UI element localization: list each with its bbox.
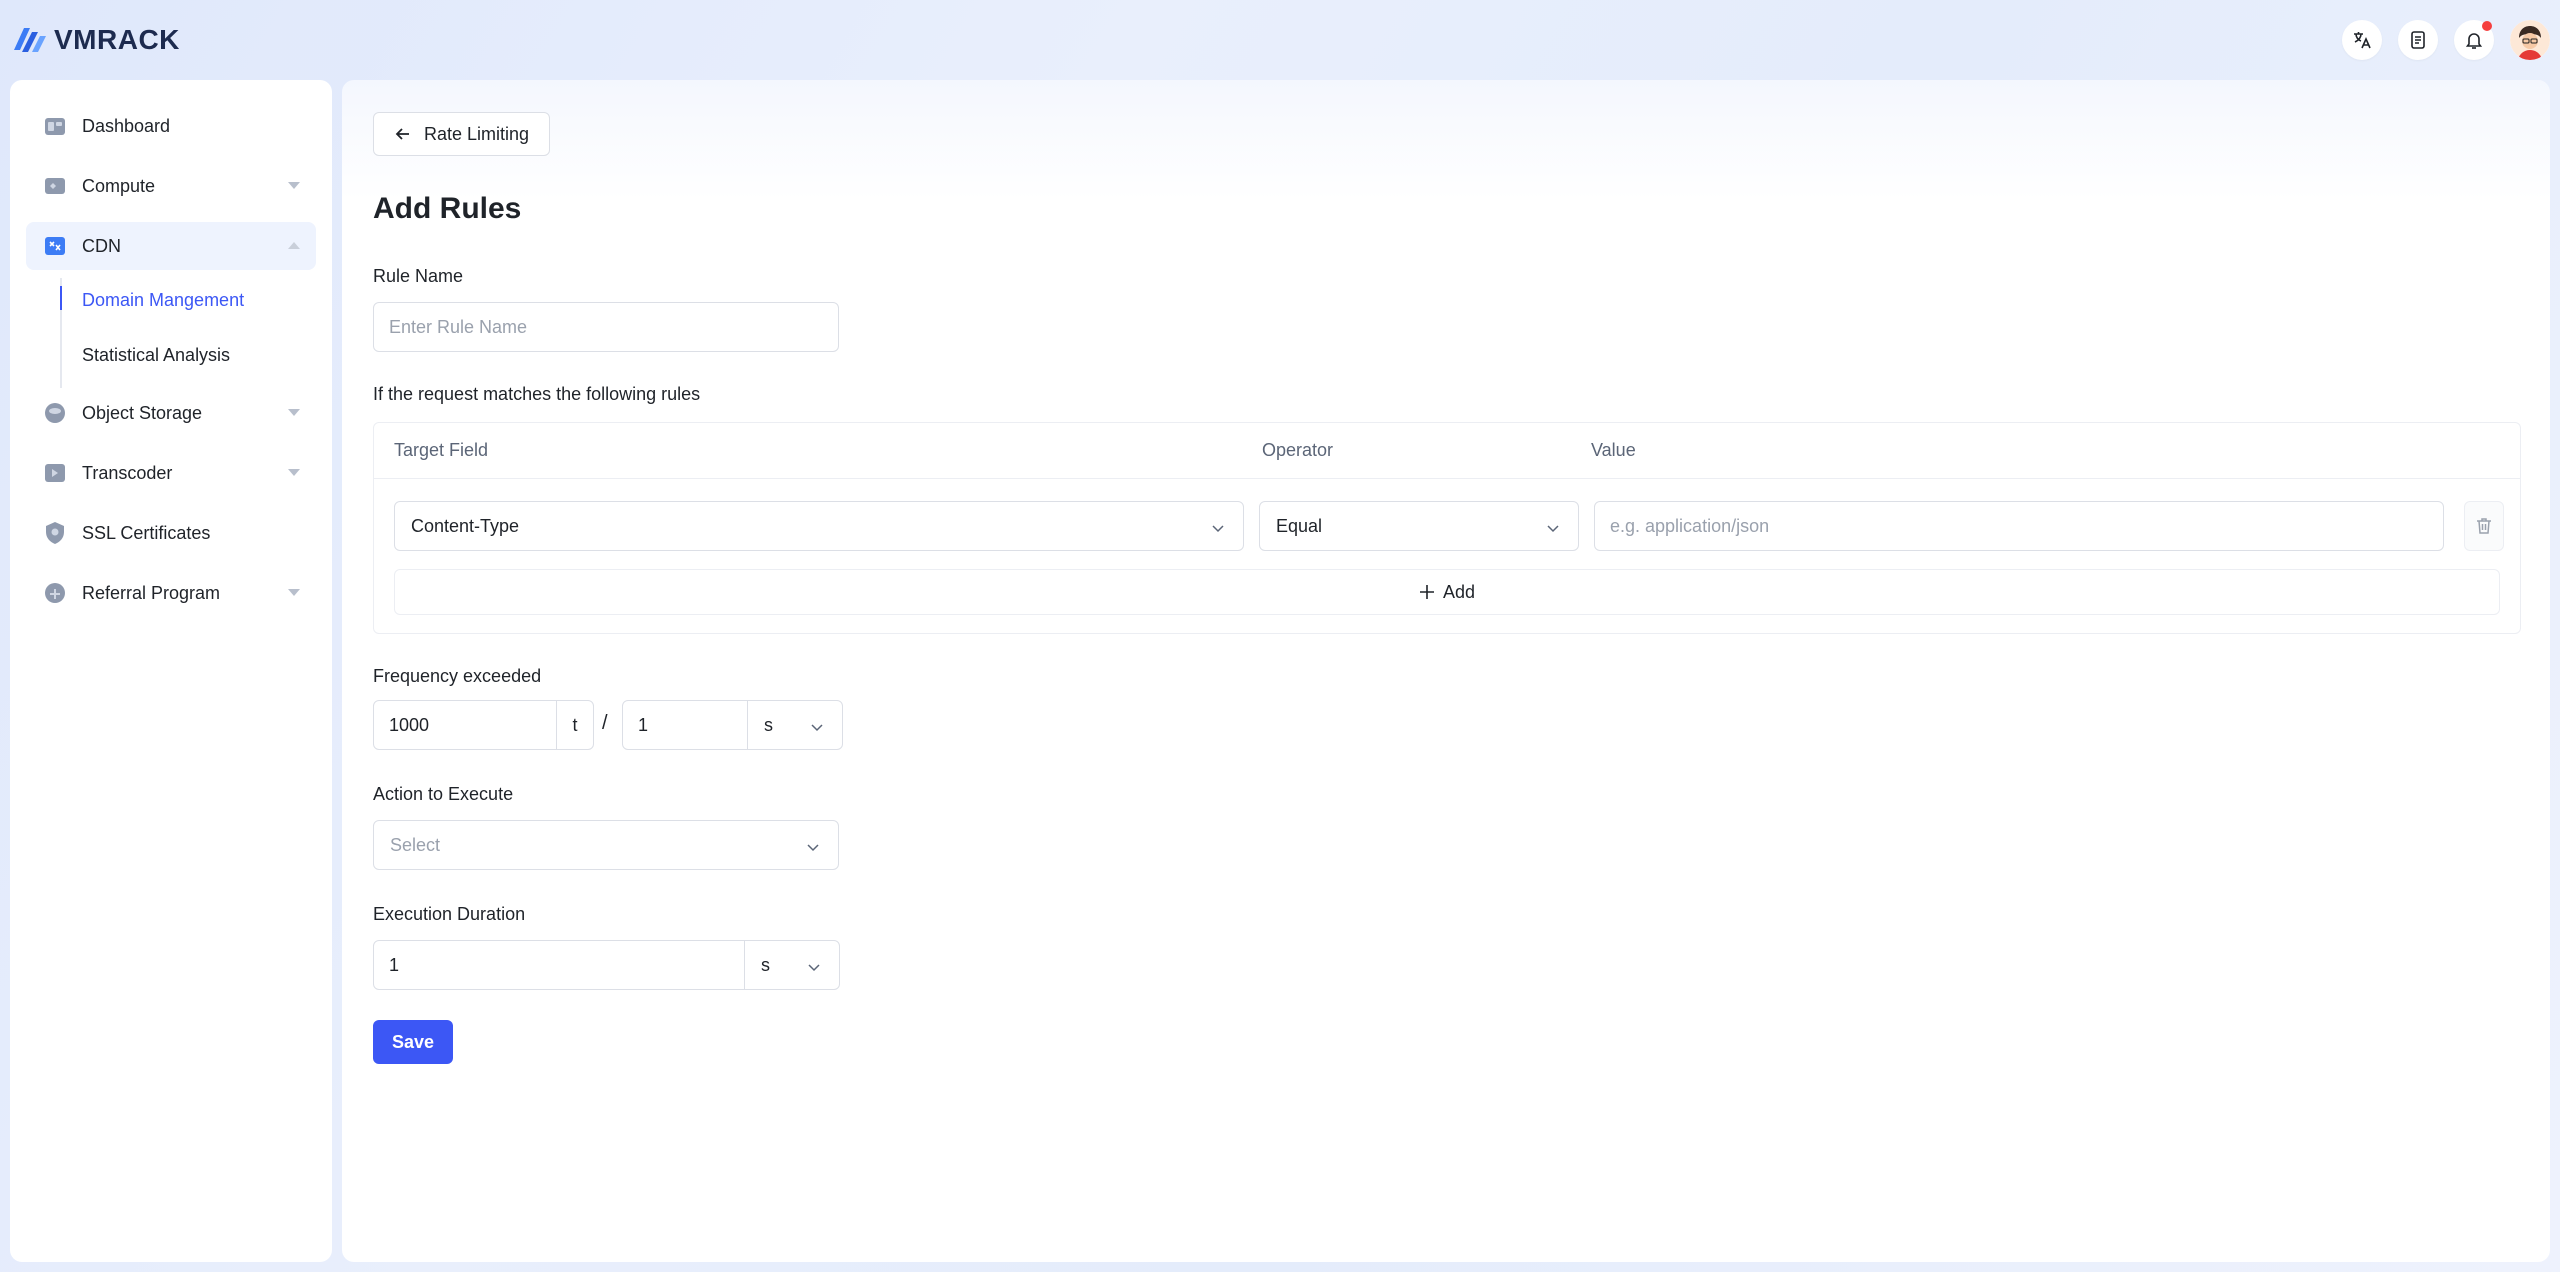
trash-icon xyxy=(2477,518,2491,534)
match-rules-label: If the request matches the following rul… xyxy=(373,384,701,404)
chevron-down-icon xyxy=(1547,525,1559,533)
sidebar-item-label: SSL Certificates xyxy=(82,522,211,543)
compute-icon xyxy=(45,178,65,194)
sidebar-item-label: Dashboard xyxy=(82,115,171,136)
sidebar-item-label: Object Storage xyxy=(82,402,203,423)
duration-label: Execution Duration xyxy=(373,904,526,924)
duration-unit-select[interactable]: s xyxy=(744,940,840,990)
sidebar-item-ssl-certificates[interactable]: SSL Certificates xyxy=(26,509,316,557)
duration-input[interactable] xyxy=(373,940,745,990)
chevron-down-icon xyxy=(288,182,300,189)
sidebar-item-label: Transcoder xyxy=(82,462,173,483)
back-button-label: Rate Limiting xyxy=(424,123,530,144)
page-title: Add Rules xyxy=(373,192,522,225)
rule-name-label: Rule Name xyxy=(373,266,464,286)
target-field-select[interactable]: Content-Type xyxy=(394,501,1244,551)
delete-rule-button[interactable] xyxy=(2464,501,2504,551)
brand-logo[interactable]: VMRACK xyxy=(10,22,180,58)
rule-name-input[interactable] xyxy=(373,302,839,352)
sidebar-item-cdn[interactable]: CDN xyxy=(26,222,316,270)
header-actions xyxy=(2342,20,2550,60)
sidebar-item-dashboard[interactable]: Dashboard xyxy=(26,102,316,150)
dashboard-icon xyxy=(45,118,65,135)
chevron-down-icon xyxy=(808,964,820,972)
translate-icon[interactable] xyxy=(2342,20,2382,60)
frequency-period-input[interactable] xyxy=(622,700,748,750)
action-placeholder: Select xyxy=(390,834,441,855)
rules-table: Target Field Operator Value Content-Type… xyxy=(373,422,2521,634)
sidebar-item-referral-program[interactable]: Referral Program xyxy=(26,569,316,617)
object-storage-icon xyxy=(45,403,65,423)
chevron-down-icon xyxy=(288,469,300,476)
chevron-down-icon xyxy=(288,589,300,596)
transcoder-icon xyxy=(45,464,65,482)
sidebar-item-label: Compute xyxy=(82,175,156,196)
referral-icon xyxy=(45,583,65,603)
ssl-icon xyxy=(46,522,64,544)
add-rule-label: Add xyxy=(1442,581,1476,602)
sidebar-item-object-storage[interactable]: Object Storage xyxy=(26,389,316,437)
sidebar-item-transcoder[interactable]: Transcoder xyxy=(26,449,316,497)
operator-value: Equal xyxy=(1276,515,1323,536)
frequency-count-unit: t xyxy=(556,700,594,750)
action-label: Action to Execute xyxy=(373,784,514,804)
chevron-up-icon xyxy=(288,242,300,249)
document-icon[interactable] xyxy=(2398,20,2438,60)
cdn-icon xyxy=(45,237,65,255)
back-button[interactable]: Rate Limiting xyxy=(373,112,551,156)
chevron-down-icon xyxy=(1212,525,1224,533)
frequency-unit-select[interactable]: s xyxy=(747,700,843,750)
frequency-separator: / xyxy=(602,712,608,734)
notification-badge xyxy=(2482,21,2492,31)
submenu-active-indicator xyxy=(60,286,62,310)
bell-icon[interactable] xyxy=(2454,20,2494,60)
chevron-down-icon xyxy=(811,724,823,732)
rules-table-header: Target Field Operator Value xyxy=(374,423,2520,479)
arrow-left-icon xyxy=(395,128,409,140)
column-operator: Operator xyxy=(1262,440,1334,460)
frequency-label: Frequency exceeded xyxy=(373,666,542,686)
main-content: Rate Limiting Add Rules Rule Name If the… xyxy=(342,80,2550,1262)
save-button[interactable]: Save xyxy=(373,1020,453,1064)
cdn-submenu: Domain Mangement Statistical Analysis xyxy=(26,278,316,388)
sidebar: Dashboard Compute CDN Domain Mangement S… xyxy=(10,80,332,1262)
frequency-unit-value: s xyxy=(764,714,773,735)
rule-value-input[interactable] xyxy=(1594,501,2444,551)
target-field-value: Content-Type xyxy=(411,515,520,536)
sidebar-item-compute[interactable]: Compute xyxy=(26,162,316,210)
add-rule-button[interactable]: Add xyxy=(394,569,2500,615)
top-bar: VMRACK xyxy=(0,0,2560,80)
chevron-down-icon xyxy=(807,844,819,852)
sidebar-subitem-domain-management[interactable]: Domain Mangement xyxy=(26,278,316,322)
plus-icon xyxy=(1419,585,1434,599)
frequency-count-input[interactable] xyxy=(373,700,557,750)
column-target-field: Target Field xyxy=(394,440,489,460)
vmrack-logo-icon xyxy=(14,28,46,52)
action-select[interactable]: Select xyxy=(373,820,839,870)
operator-select[interactable]: Equal xyxy=(1259,501,1579,551)
avatar[interactable] xyxy=(2510,20,2550,60)
sidebar-item-label: Referral Program xyxy=(82,582,221,603)
brand-name: VMRACK xyxy=(54,24,180,55)
sidebar-subitem-statistical-analysis[interactable]: Statistical Analysis xyxy=(26,333,316,377)
chevron-down-icon xyxy=(288,409,300,416)
sidebar-item-label: CDN xyxy=(82,235,121,256)
column-value: Value xyxy=(1591,440,1636,460)
duration-unit-value: s xyxy=(761,954,770,975)
